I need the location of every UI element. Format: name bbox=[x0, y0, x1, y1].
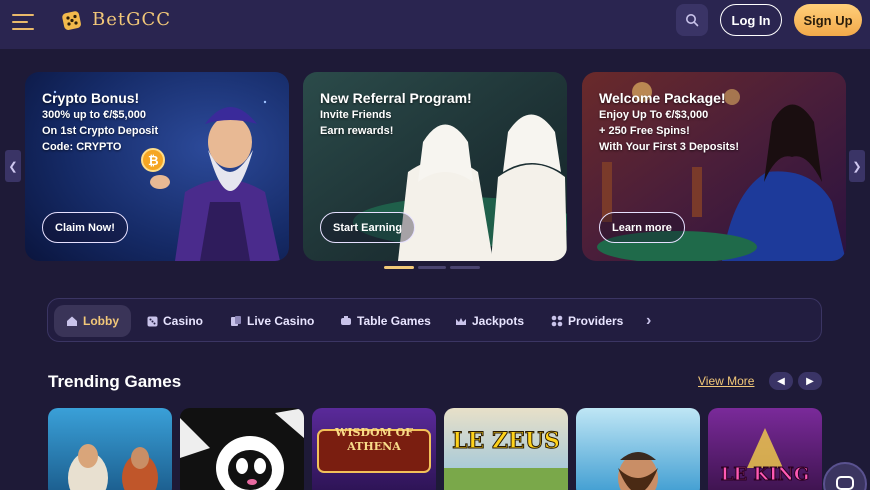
category-scroll-right[interactable]: › bbox=[646, 305, 651, 337]
banner-title: Crypto Bonus! bbox=[42, 90, 140, 106]
banner-line: On 1st Crypto Deposit bbox=[42, 125, 159, 137]
game-tile[interactable] bbox=[48, 408, 172, 490]
home-icon bbox=[67, 316, 77, 326]
category-jackpots[interactable]: Jackpots bbox=[455, 305, 524, 337]
promo-banner-crypto[interactable]: ₿ Crypto Bonus! 300% up to €/$5,000 On 1… bbox=[25, 72, 289, 261]
chevron-right-icon: › bbox=[646, 312, 652, 329]
signup-button[interactable]: Sign Up bbox=[794, 4, 862, 36]
trending-prev-button[interactable]: ◀ bbox=[769, 372, 793, 390]
game-thumbnail bbox=[48, 408, 172, 490]
category-label: Live Casino bbox=[247, 314, 315, 328]
category-label: Table Games bbox=[357, 314, 431, 328]
search-icon bbox=[686, 14, 699, 27]
banner-line: Invite Friends bbox=[320, 109, 392, 121]
game-name: LE ZEUS bbox=[452, 428, 561, 455]
chevron-left-icon: ◀ bbox=[777, 375, 785, 387]
game-tile[interactable]: WISDOM OF ATHENA bbox=[312, 408, 436, 490]
start-earning-button[interactable]: Start Earning bbox=[320, 212, 416, 243]
chevron-left-icon: ❮ bbox=[8, 160, 18, 173]
category-label: Lobby bbox=[83, 314, 119, 328]
banner-line: With Your First 3 Deposits! bbox=[599, 141, 740, 153]
carousel-dot[interactable] bbox=[418, 266, 446, 269]
carousel-dot[interactable] bbox=[450, 266, 480, 269]
category-lobby[interactable]: Lobby bbox=[54, 305, 131, 337]
carousel-dot-active[interactable] bbox=[384, 266, 414, 269]
category-table-games[interactable]: Table Games bbox=[340, 305, 431, 337]
trending-next-button[interactable]: ▶ bbox=[798, 372, 822, 390]
banner-line: Earn rewards! bbox=[320, 125, 394, 137]
chat-icon bbox=[836, 476, 854, 490]
game-tile[interactable] bbox=[576, 408, 700, 490]
chevron-right-icon: ▶ bbox=[806, 375, 814, 387]
learn-more-button[interactable]: Learn more bbox=[599, 212, 685, 243]
table-icon bbox=[341, 316, 351, 325]
carousel-prev-button[interactable]: ❮ bbox=[5, 150, 21, 182]
game-name: LE KING bbox=[720, 464, 810, 486]
top-header: BetGCC Log In Sign Up bbox=[0, 0, 870, 49]
chat-button[interactable] bbox=[823, 462, 867, 490]
category-label: Casino bbox=[163, 314, 204, 328]
banner-line: Enjoy Up To €/$3,000 bbox=[599, 109, 709, 121]
chevron-right-icon: ❯ bbox=[852, 160, 862, 173]
category-bar: Lobby Casino Live Casino Table Games Jac… bbox=[47, 298, 822, 342]
carousel-next-button[interactable]: ❯ bbox=[849, 150, 865, 182]
banner-line: 300% up to €/$5,000 bbox=[42, 109, 146, 121]
svg-text:₿: ₿ bbox=[148, 153, 159, 168]
game-tile[interactable]: LE KING bbox=[708, 408, 822, 490]
category-live-casino[interactable]: Live Casino bbox=[230, 305, 314, 337]
banner-title: New Referral Program! bbox=[320, 90, 472, 106]
grid-dots-icon bbox=[551, 315, 563, 327]
category-casino[interactable]: Casino bbox=[147, 305, 203, 337]
crown-icon bbox=[456, 317, 466, 325]
view-more-link[interactable]: View More bbox=[698, 374, 754, 388]
promo-banner-referral[interactable]: New Referral Program! Invite Friends Ear… bbox=[303, 72, 567, 261]
game-thumbnail bbox=[180, 408, 304, 490]
game-tile[interactable] bbox=[180, 408, 304, 490]
search-button[interactable] bbox=[676, 4, 708, 36]
live-cards-icon bbox=[231, 316, 241, 326]
banner-title: Welcome Package! bbox=[599, 90, 726, 106]
dice-logo-icon bbox=[62, 11, 81, 30]
brand-logo[interactable]: BetGCC bbox=[92, 9, 171, 30]
category-label: Jackpots bbox=[472, 314, 525, 328]
game-tile[interactable]: LE ZEUS bbox=[444, 408, 568, 490]
category-label: Providers bbox=[568, 314, 624, 328]
claim-now-button[interactable]: Claim Now! bbox=[42, 212, 128, 243]
banner-line: Code: CRYPTO bbox=[42, 141, 122, 153]
dice-icon bbox=[147, 316, 158, 326]
game-thumbnail bbox=[576, 408, 700, 490]
category-providers[interactable]: Providers bbox=[551, 305, 623, 337]
login-button[interactable]: Log In bbox=[720, 4, 782, 36]
promo-banner-welcome[interactable]: Welcome Package! Enjoy Up To €/$3,000 + … bbox=[582, 72, 846, 261]
banner-line: + 250 Free Spins! bbox=[599, 125, 690, 137]
section-title: Trending Games bbox=[48, 372, 182, 391]
game-name: WISDOM OF ATHENA bbox=[335, 426, 413, 453]
hamburger-icon[interactable] bbox=[12, 12, 36, 32]
